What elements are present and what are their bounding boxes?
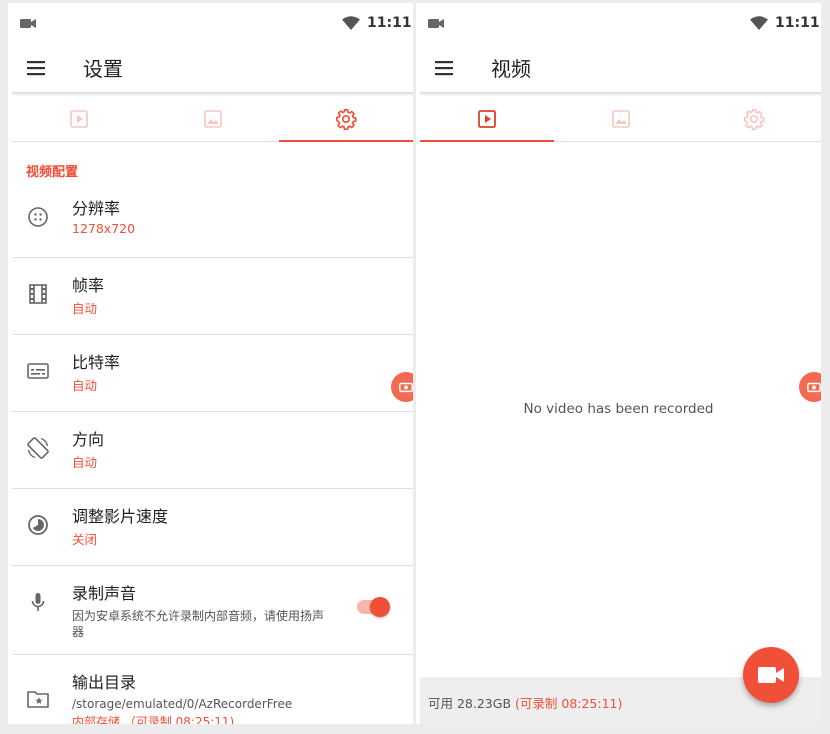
setting-orientation[interactable]: 方向 自动 [12, 412, 413, 489]
tab-videos[interactable] [12, 96, 146, 141]
gear-icon [744, 108, 765, 130]
microphone-icon [31, 593, 45, 611]
setting-value: 自动 [72, 301, 98, 316]
status-bar: 11:11 [416, 3, 821, 43]
tab-bar [420, 96, 821, 142]
menu-icon[interactable] [434, 58, 454, 78]
page-title: 视频 [491, 57, 531, 81]
resolution-icon [28, 207, 48, 227]
tab-images[interactable] [554, 96, 688, 141]
setting-value: 自动 [72, 455, 98, 470]
setting-resolution[interactable]: 分辨率 1278x720 [12, 181, 413, 258]
tab-bar [12, 96, 413, 142]
setting-value: 关闭 [72, 532, 98, 547]
image-icon [203, 109, 222, 128]
setting-video-speed[interactable]: 调整影片速度 关闭 [12, 489, 413, 566]
bitrate-icon [27, 363, 49, 379]
setting-value: 1278x720 [72, 221, 136, 236]
setting-title: 比特率 [72, 353, 121, 372]
image-icon [611, 109, 630, 128]
wifi-icon [342, 16, 360, 30]
floating-record-bubble[interactable] [799, 372, 821, 402]
app-bar: 设置 [12, 43, 413, 93]
tab-videos[interactable] [420, 96, 554, 142]
page-title: 设置 [83, 57, 123, 81]
camera-bubble-icon [807, 382, 821, 393]
tab-settings[interactable] [279, 96, 413, 142]
output-storage: 内部存储 （可录制 08:25:11) [72, 715, 235, 724]
wifi-icon [750, 16, 768, 30]
storage-available: 可用 28.23GB [428, 696, 512, 711]
folder-star-icon [27, 691, 49, 708]
status-time: 11:11 [775, 15, 820, 31]
speed-icon [28, 515, 48, 535]
settings-screen: 11:11 设置 视频配置 分辨率 1278x720 帧率 自动 比特率 自动 … [8, 3, 413, 724]
status-time: 11:11 [367, 15, 412, 31]
record-audio-toggle[interactable] [357, 597, 390, 617]
output-path: /storage/emulated/0/AzRecorderFree [72, 697, 293, 711]
play-icon [477, 109, 496, 128]
empty-state-message: No video has been recorded [523, 401, 714, 417]
camera-bubble-icon [399, 382, 413, 393]
menu-icon[interactable] [26, 58, 46, 78]
video-camera-status-icon [20, 19, 36, 28]
setting-frame-rate[interactable]: 帧率 自动 [12, 258, 413, 335]
record-button[interactable] [743, 647, 799, 703]
toggle-knob [370, 597, 390, 617]
rotation-icon [27, 437, 49, 459]
setting-title: 分辨率 [72, 199, 121, 218]
setting-title: 帧率 [72, 276, 105, 295]
setting-output-directory[interactable]: 输出目录 /storage/emulated/0/AzRecorderFree … [12, 655, 413, 724]
setting-value: 自动 [72, 378, 98, 393]
play-icon [70, 109, 88, 128]
film-icon [29, 284, 47, 304]
setting-record-audio[interactable]: 录制声音 因为安卓系统不允许录制内部音频，请使用扬声器 [12, 566, 413, 655]
settings-list: 分辨率 1278x720 帧率 自动 比特率 自动 方向 自动 调整影片速度 关… [12, 181, 413, 724]
storage-info: 可用 28.23GB (可录制 08:25:11) [428, 693, 622, 712]
floating-record-bubble[interactable] [391, 372, 413, 402]
gear-icon [336, 108, 357, 130]
tab-images[interactable] [146, 96, 280, 141]
video-camera-status-icon [428, 19, 444, 28]
setting-title: 录制声音 [72, 584, 137, 603]
tab-settings[interactable] [687, 96, 821, 141]
setting-description: 因为安卓系统不允许录制内部音频，请使用扬声器 [72, 609, 325, 639]
section-title: 视频配置 [26, 165, 79, 180]
setting-bitrate[interactable]: 比特率 自动 [12, 335, 413, 412]
app-bar: 视频 [420, 43, 821, 93]
videos-screen: 11:11 视频 No video has been recorded 可用 2… [416, 3, 821, 724]
setting-title: 方向 [72, 430, 105, 449]
setting-title: 输出目录 [72, 673, 137, 692]
video-camera-icon [758, 667, 784, 683]
status-bar: 11:11 [8, 3, 413, 43]
setting-title: 调整影片速度 [72, 507, 169, 526]
storage-recordable: (可录制 08:25:11) [515, 696, 623, 711]
